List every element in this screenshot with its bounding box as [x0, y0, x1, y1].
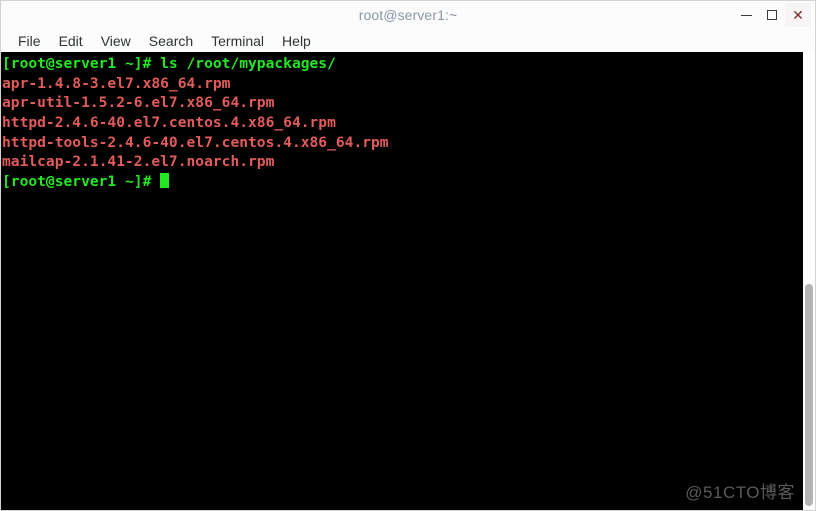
scrollbar-thumb[interactable]: [805, 284, 814, 506]
terminal-line: mailcap-2.1.41-2.el7.noarch.rpm: [2, 153, 275, 171]
terminal-line: httpd-tools-2.4.6-40.el7.centos.4.x86_64…: [2, 133, 389, 151]
menu-bar: File Edit View Search Terminal Help: [1, 29, 815, 52]
title-bar: root@server1:~ ✕: [1, 1, 815, 29]
terminal-line: apr-util-1.5.2-6.el7.x86_64.rpm: [2, 94, 275, 112]
terminal-prompt-line: [root@server1 ~]#: [2, 172, 803, 192]
minimize-icon: [740, 14, 752, 16]
menu-item-file[interactable]: File: [9, 32, 50, 50]
menu-item-view[interactable]: View: [92, 32, 140, 50]
terminal-scrollbar[interactable]: [803, 52, 815, 510]
terminal-line: apr-1.4.8-3.el7.x86_64.rpm: [2, 74, 231, 92]
terminal-window: root@server1:~ ✕ File Edit View Search T…: [0, 0, 816, 511]
terminal-output[interactable]: [root@server1 ~]# ls /root/mypackages/ a…: [1, 52, 804, 510]
menu-item-edit[interactable]: Edit: [50, 32, 92, 50]
minimize-button[interactable]: [733, 3, 759, 27]
terminal-line: [root@server1 ~]# ls /root/mypackages/: [2, 55, 336, 72]
menu-item-help[interactable]: Help: [273, 32, 320, 50]
prompt-text: [root@server1 ~]#: [2, 173, 161, 191]
menu-item-terminal[interactable]: Terminal: [202, 32, 273, 50]
close-button[interactable]: ✕: [785, 3, 811, 27]
terminal-cursor: [160, 173, 170, 189]
terminal-area: [root@server1 ~]# ls /root/mypackages/ a…: [1, 52, 815, 510]
window-controls: ✕: [733, 1, 811, 29]
close-icon: ✕: [792, 7, 804, 23]
maximize-button[interactable]: [759, 3, 785, 27]
window-title: root@server1:~: [358, 7, 458, 23]
menu-item-search[interactable]: Search: [140, 32, 202, 50]
watermark: @51CTO博客: [685, 483, 796, 503]
terminal-line: httpd-2.4.6-40.el7.centos.4.x86_64.rpm: [2, 114, 336, 132]
maximize-icon: [767, 10, 777, 20]
